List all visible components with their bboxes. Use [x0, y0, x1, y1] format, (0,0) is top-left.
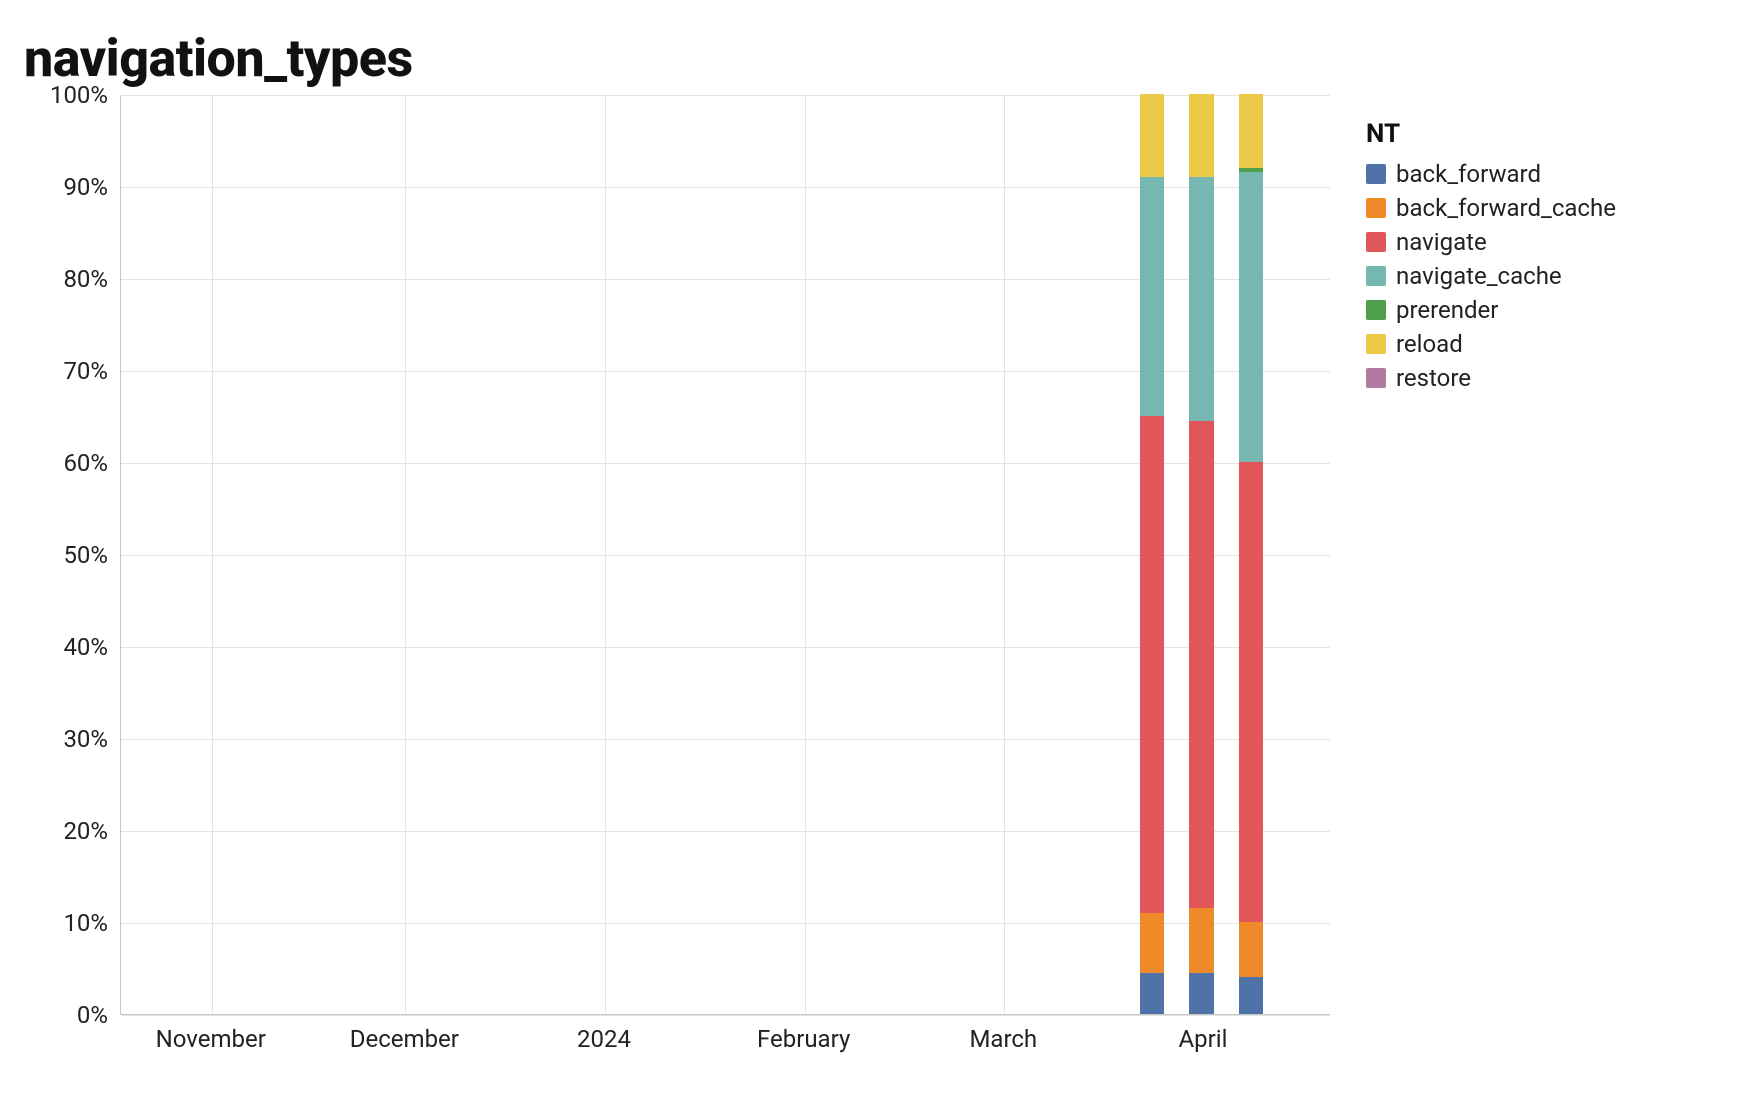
stacked-bar [1239, 94, 1263, 1014]
bar-segment-navigate_cache [1140, 177, 1164, 416]
legend-item-navigate[interactable]: navigate [1366, 225, 1616, 259]
legend-swatch [1366, 164, 1386, 184]
bar-segment-reload [1140, 94, 1164, 177]
legend: NT back_forwardback_forward_cachenavigat… [1366, 119, 1616, 395]
bar-segment-back_forward_cache [1239, 922, 1263, 977]
y-tick-label: 60% [63, 449, 108, 477]
legend-item-restore[interactable]: restore [1366, 361, 1616, 395]
bar-segment-navigate [1239, 462, 1263, 922]
legend-items: back_forwardback_forward_cachenavigatena… [1366, 157, 1616, 395]
x-axis-ticks: November December 2024 February March April [120, 1015, 1330, 1057]
x-tick-label: April [1178, 1025, 1227, 1053]
bar-segment-back_forward_cache [1189, 908, 1213, 972]
legend-swatch [1366, 232, 1386, 252]
y-tick-label: 70% [63, 357, 108, 385]
legend-item-back_forward[interactable]: back_forward [1366, 157, 1616, 191]
bar-segment-navigate [1189, 421, 1213, 909]
y-tick-label: 30% [63, 725, 108, 753]
stacked-bar [1140, 94, 1164, 1014]
legend-title: NT [1366, 119, 1616, 149]
legend-item-back_forward_cache[interactable]: back_forward_cache [1366, 191, 1616, 225]
stacked-bar [1189, 94, 1213, 1014]
y-tick-label: 50% [63, 541, 108, 569]
y-tick-label: 10% [63, 909, 108, 937]
legend-swatch [1366, 266, 1386, 286]
legend-swatch [1366, 368, 1386, 388]
y-tick-label: 40% [63, 633, 108, 661]
y-tick-label: 100% [50, 81, 108, 109]
legend-swatch [1366, 334, 1386, 354]
x-tick-label: November [156, 1025, 266, 1053]
bar-segment-back_forward [1239, 977, 1263, 1014]
chart-title: navigation_types [24, 28, 1714, 89]
bar-segment-back_forward_cache [1140, 913, 1164, 973]
x-tick-label: February [757, 1025, 850, 1053]
x-tick-label: 2024 [577, 1025, 631, 1053]
bar-segment-back_forward [1189, 973, 1213, 1014]
x-tick-label: December [350, 1025, 459, 1053]
legend-swatch [1366, 300, 1386, 320]
legend-label: reload [1396, 327, 1463, 361]
y-tick-label: 90% [63, 173, 108, 201]
legend-label: navigate_cache [1396, 259, 1562, 293]
legend-swatch [1366, 198, 1386, 218]
bar-segment-navigate [1140, 416, 1164, 913]
legend-label: prerender [1396, 293, 1498, 327]
bar-segment-reload [1239, 94, 1263, 168]
legend-label: navigate [1396, 225, 1487, 259]
legend-label: back_forward [1396, 157, 1541, 191]
legend-label: back_forward_cache [1396, 191, 1616, 225]
plot-area [120, 95, 1330, 1015]
legend-label: restore [1396, 361, 1471, 395]
bar-segment-navigate_cache [1239, 172, 1263, 462]
bar-segment-reload [1189, 94, 1213, 177]
chart-area: 0%10%20%30%40%50%60%70%80%90%100% Novemb… [24, 95, 1330, 1015]
bar-segment-navigate_cache [1189, 177, 1213, 421]
stacked-bars [121, 95, 1330, 1014]
y-tick-label: 80% [63, 265, 108, 293]
bar-segment-back_forward [1140, 973, 1164, 1014]
y-tick-label: 20% [63, 817, 108, 845]
legend-item-navigate_cache[interactable]: navigate_cache [1366, 259, 1616, 293]
legend-item-reload[interactable]: reload [1366, 327, 1616, 361]
x-tick-label: March [969, 1025, 1037, 1053]
legend-item-prerender[interactable]: prerender [1366, 293, 1616, 327]
y-tick-label: 0% [77, 1001, 108, 1029]
